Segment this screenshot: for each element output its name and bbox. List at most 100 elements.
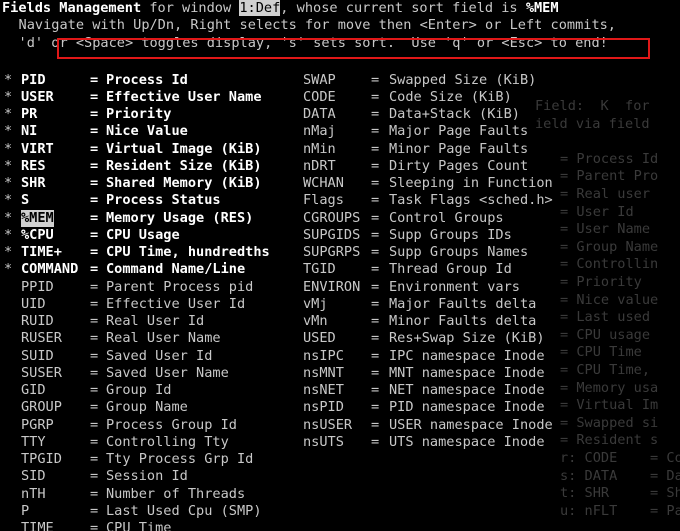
field-name[interactable]: SUPGIDS (303, 227, 360, 244)
field-name[interactable]: TTY (21, 434, 46, 451)
field-enabled-mark: * (4, 192, 13, 209)
field-name[interactable]: COMMAND (21, 261, 78, 278)
field-name[interactable]: PGRP (21, 417, 54, 434)
field-row[interactable]: PPID = Parent Process pid ENVIRON = Environme… (0, 279, 680, 296)
field-row[interactable]: TIME = CPU Time (0, 520, 680, 531)
field-row[interactable]: * PR = Priority DATA = Data+Stack (KiB) (0, 106, 680, 123)
field-description: Command Name/Line (106, 261, 246, 278)
field-name[interactable]: PID (21, 72, 46, 89)
field-row[interactable]: * VIRT = Virtual Image (KiB) nMin = Minor Page… (0, 141, 680, 158)
field-enabled-mark: * (4, 244, 13, 260)
field-name[interactable]: SUSER (21, 365, 62, 382)
field-name[interactable]: TPGID (21, 451, 62, 468)
field-description: Priority (106, 106, 172, 122)
field-name[interactable]: GID (21, 382, 46, 399)
field-equals: = (90, 468, 99, 485)
field-description: Swapped Size (KiB) (389, 71, 537, 88)
field-name[interactable]: WCHAN (303, 175, 344, 192)
field-row[interactable]: * SHR = Shared Memory (KiB) WCHAN = Sleeping i… (0, 175, 680, 192)
field-row[interactable]: GROUP = Group Name nsPID = PID namespace Inod… (0, 399, 680, 416)
field-name[interactable]: USED (303, 330, 336, 347)
field-equals: = (90, 485, 99, 502)
field-row[interactable]: PGRP = Process Group Id nsUSER = USER namespa… (0, 417, 680, 434)
field-name[interactable]: Flags (303, 192, 344, 209)
field-name[interactable]: RES (21, 158, 46, 175)
field-name[interactable]: PR (21, 106, 37, 123)
field-description: CPU Usage (106, 226, 180, 243)
field-row[interactable]: * RES = Resident Size (KiB) nDRT = Dirty Pages… (0, 158, 680, 175)
header-text: for window (141, 0, 240, 16)
field-name[interactable]: SHR (21, 175, 46, 192)
field-name[interactable]: nsMNT (303, 365, 344, 382)
field-description: Effective User Name (106, 88, 262, 105)
field-row[interactable]: SUID = Saved User Id nsIPC = IPC namespace In… (0, 348, 680, 365)
field-row[interactable]: TPGID = Tty Process Grp Id (0, 451, 680, 468)
field-name[interactable]: CGROUPS (303, 210, 360, 227)
field-row[interactable]: * COMMAND = Command Name/Line TGID = Thread Gr… (0, 261, 680, 278)
field-name[interactable]: nsPID (303, 399, 344, 416)
field-name[interactable]: SUID (21, 348, 54, 365)
field-description: Saved User Name (106, 364, 229, 381)
field-name[interactable]: nMin (303, 141, 336, 158)
field-name[interactable]: NI (21, 123, 37, 140)
field-name[interactable]: nsUTS (303, 434, 344, 451)
field-name[interactable]: vMj (303, 296, 328, 313)
field-description: USER namespace Inode (389, 416, 553, 433)
field-name[interactable]: nDRT (303, 158, 336, 175)
field-name[interactable]: GROUP (21, 399, 62, 416)
field-name[interactable]: USER (21, 89, 54, 106)
field-enabled-mark: * (4, 209, 13, 226)
field-name[interactable]: VIRT (21, 141, 54, 158)
field-row[interactable]: nTH = Number of Threads (0, 486, 680, 503)
field-name[interactable]: UID (21, 296, 46, 313)
field-name[interactable]: PPID (21, 279, 54, 296)
field-equals: = (371, 175, 380, 191)
field-row[interactable]: * PID = Process Id SWAP = Swapped Size (KiB) (0, 72, 680, 89)
field-name[interactable]: RUSER (21, 330, 62, 347)
field-name[interactable]: TIME+ (21, 244, 62, 261)
field-equals: = (90, 261, 99, 278)
field-description: Major Faults delta (389, 295, 537, 312)
field-name[interactable]: RUID (21, 313, 54, 330)
field-row[interactable]: TTY = Controlling Tty nsUTS = UTS namespace I… (0, 434, 680, 451)
field-name[interactable]: TGID (303, 261, 336, 278)
field-row[interactable]: RUID = Real User Id vMn = Minor Faults delta (0, 313, 680, 330)
field-name[interactable]: nsUSER (303, 417, 352, 434)
field-name[interactable]: SWAP (303, 72, 336, 89)
field-description: Nice Value (106, 123, 188, 140)
field-equals: = (371, 364, 380, 381)
field-row[interactable]: SUSER = Saved User Name nsMNT = MNT namespace… (0, 365, 680, 382)
field-description: MNT namespace Inode (389, 364, 545, 381)
field-name[interactable]: TIME (21, 520, 54, 531)
field-description: Minor Faults delta (389, 313, 537, 329)
field-row[interactable]: SID = Session Id (0, 468, 680, 485)
field-name[interactable]: S (21, 192, 29, 209)
field-row[interactable]: * TIME+ = CPU Time, hundredths SUPGRPS = Supp … (0, 244, 680, 261)
field-name[interactable]: vMn (303, 313, 328, 330)
field-name[interactable]: ENVIRON (303, 279, 360, 296)
field-row[interactable]: * %CPU = CPU Usage SUPGIDS = Supp Groups IDs (0, 227, 680, 244)
field-row[interactable]: P = Last Used Cpu (SMP) (0, 503, 680, 520)
field-row[interactable]: RUSER = Real User Name USED = Res+Swap Size (… (0, 330, 680, 347)
field-description: Real User Name (106, 330, 221, 347)
field-row[interactable]: * NI = Nice Value nMaj = Major Page Faults (0, 123, 680, 140)
field-equals: = (90, 192, 99, 209)
field-name[interactable]: %MEM (21, 209, 54, 227)
field-equals: = (371, 416, 380, 433)
field-name[interactable]: nsIPC (303, 348, 344, 365)
field-row[interactable]: * S = Process Status Flags = Task Flags <sched… (0, 192, 680, 209)
field-name[interactable]: SID (21, 468, 46, 485)
field-name[interactable]: nsNET (303, 382, 344, 399)
field-name[interactable]: DATA (303, 106, 336, 123)
field-name[interactable]: CODE (303, 89, 336, 106)
field-row[interactable]: UID = Effective User Id vMj = Major Faults de… (0, 296, 680, 313)
field-name[interactable]: P (21, 503, 29, 520)
field-row[interactable]: * USER = Effective User Name CODE = Code Size … (0, 89, 680, 106)
field-name[interactable]: SUPGRPS (303, 244, 360, 261)
field-name[interactable]: %CPU (21, 227, 54, 244)
fields-management-title: Fields Management (2, 0, 142, 16)
field-name[interactable]: nMaj (303, 123, 336, 140)
field-name[interactable]: nTH (21, 486, 46, 503)
field-row[interactable]: GID = Group Id nsNET = NET namespace Inode (0, 382, 680, 399)
field-row[interactable]: * %MEM = Memory Usage (RES) CGROUPS = Control … (0, 209, 680, 227)
